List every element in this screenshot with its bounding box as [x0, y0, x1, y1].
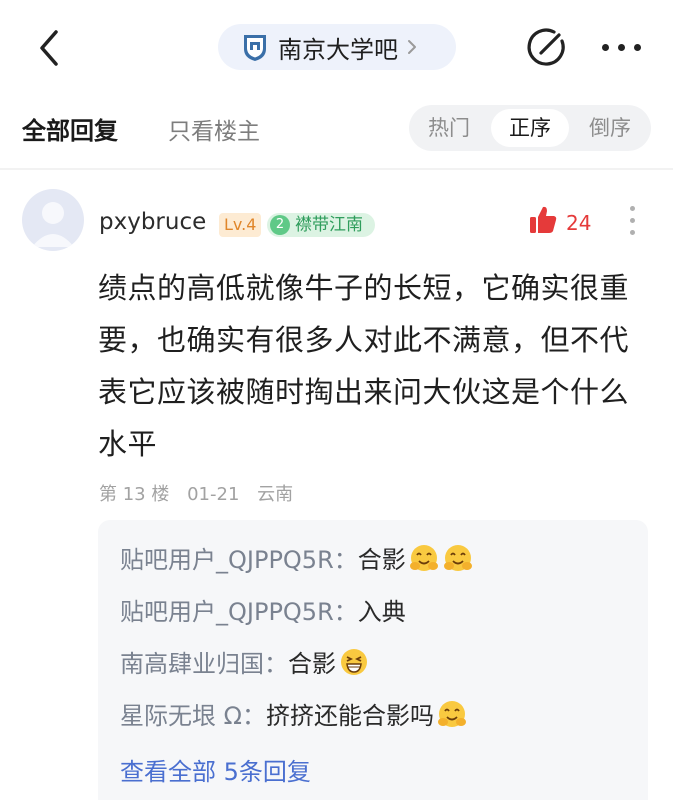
reply-text: 合影 [288, 650, 336, 678]
compose-icon[interactable] [524, 26, 568, 70]
like-count: 24 [566, 211, 592, 235]
back-arrow-icon[interactable] [30, 26, 70, 70]
reply-item[interactable]: 贴吧用户_QJPPQ5R： 合影 [120, 540, 474, 575]
default-avatar-icon [32, 202, 74, 247]
thumbs-up-icon[interactable] [529, 205, 557, 235]
university-logo-icon [244, 35, 266, 61]
reply-author[interactable]: 贴吧用户_QJPPQ5R： [120, 592, 358, 627]
post-meta: 第 13 楼 01-21 云南 [99, 480, 305, 506]
tab-op-only[interactable]: 只看楼主 [168, 112, 260, 146]
chevron-right-icon [408, 40, 416, 54]
reply-author[interactable]: 南高肆业归国： [120, 644, 288, 679]
more-options-icon[interactable] [602, 44, 642, 54]
forum-name: 南京大学吧 [278, 35, 398, 64]
level-badge: Lv.4 [219, 213, 262, 237]
post-location: 云南 [257, 484, 294, 505]
sort-descending[interactable]: 倒序 [569, 105, 651, 151]
avatar[interactable] [22, 189, 84, 251]
divider [0, 168, 673, 170]
honor-title: 襟带江南 [295, 215, 363, 235]
reply-item[interactable]: 贴吧用户_QJPPQ5R： 入典 [120, 592, 406, 627]
post-more-icon[interactable] [629, 206, 637, 236]
reply-text: 合影 [357, 546, 406, 574]
reply-text: 挤挤还能合影吗 [265, 702, 434, 730]
hug-emoji-icon [437, 700, 466, 727]
sort-hot[interactable]: 热门 [409, 105, 489, 151]
reply-item[interactable]: 星际无垠 Ω： 挤挤还能合影吗 [120, 696, 468, 731]
post-date: 01-21 [187, 484, 240, 505]
reply-text: 入典 [357, 598, 406, 626]
honor-badge: 2 襟带江南 [267, 213, 375, 237]
hug-emoji-icon [409, 544, 438, 571]
tab-all-replies[interactable]: 全部回复 [22, 111, 118, 146]
post-content: 绩点的高低就像牛子的长短，它确实很重要，也确实有很多人对此不满意，但不代表它应该… [98, 271, 630, 461]
reply-author[interactable]: 星际无垠 Ω： [120, 696, 266, 731]
view-all-replies-link[interactable]: 查看全部 5条回复 [120, 752, 311, 787]
replies-box[interactable]: 贴吧用户_QJPPQ5R： 合影 贴吧用户_QJPPQ5R： 入典 南高肆业归国… [98, 520, 648, 800]
grin-emoji-icon [341, 648, 367, 675]
top-bar: 南京大学吧 [0, 0, 673, 95]
sort-ascending[interactable]: 正序 [491, 109, 569, 147]
sort-segmented-control: 热门 正序 倒序 [409, 105, 651, 151]
username[interactable]: pxybruce [99, 209, 206, 235]
reply-author[interactable]: 贴吧用户_QJPPQ5R： [120, 540, 358, 575]
reply-item[interactable]: 南高肆业归国： 合影 [120, 644, 370, 679]
forum-link[interactable]: 南京大学吧 [218, 24, 456, 70]
floor-number: 第 13 楼 [99, 484, 170, 505]
honor-level: 2 [270, 215, 290, 235]
hug-emoji-icon [443, 544, 472, 571]
